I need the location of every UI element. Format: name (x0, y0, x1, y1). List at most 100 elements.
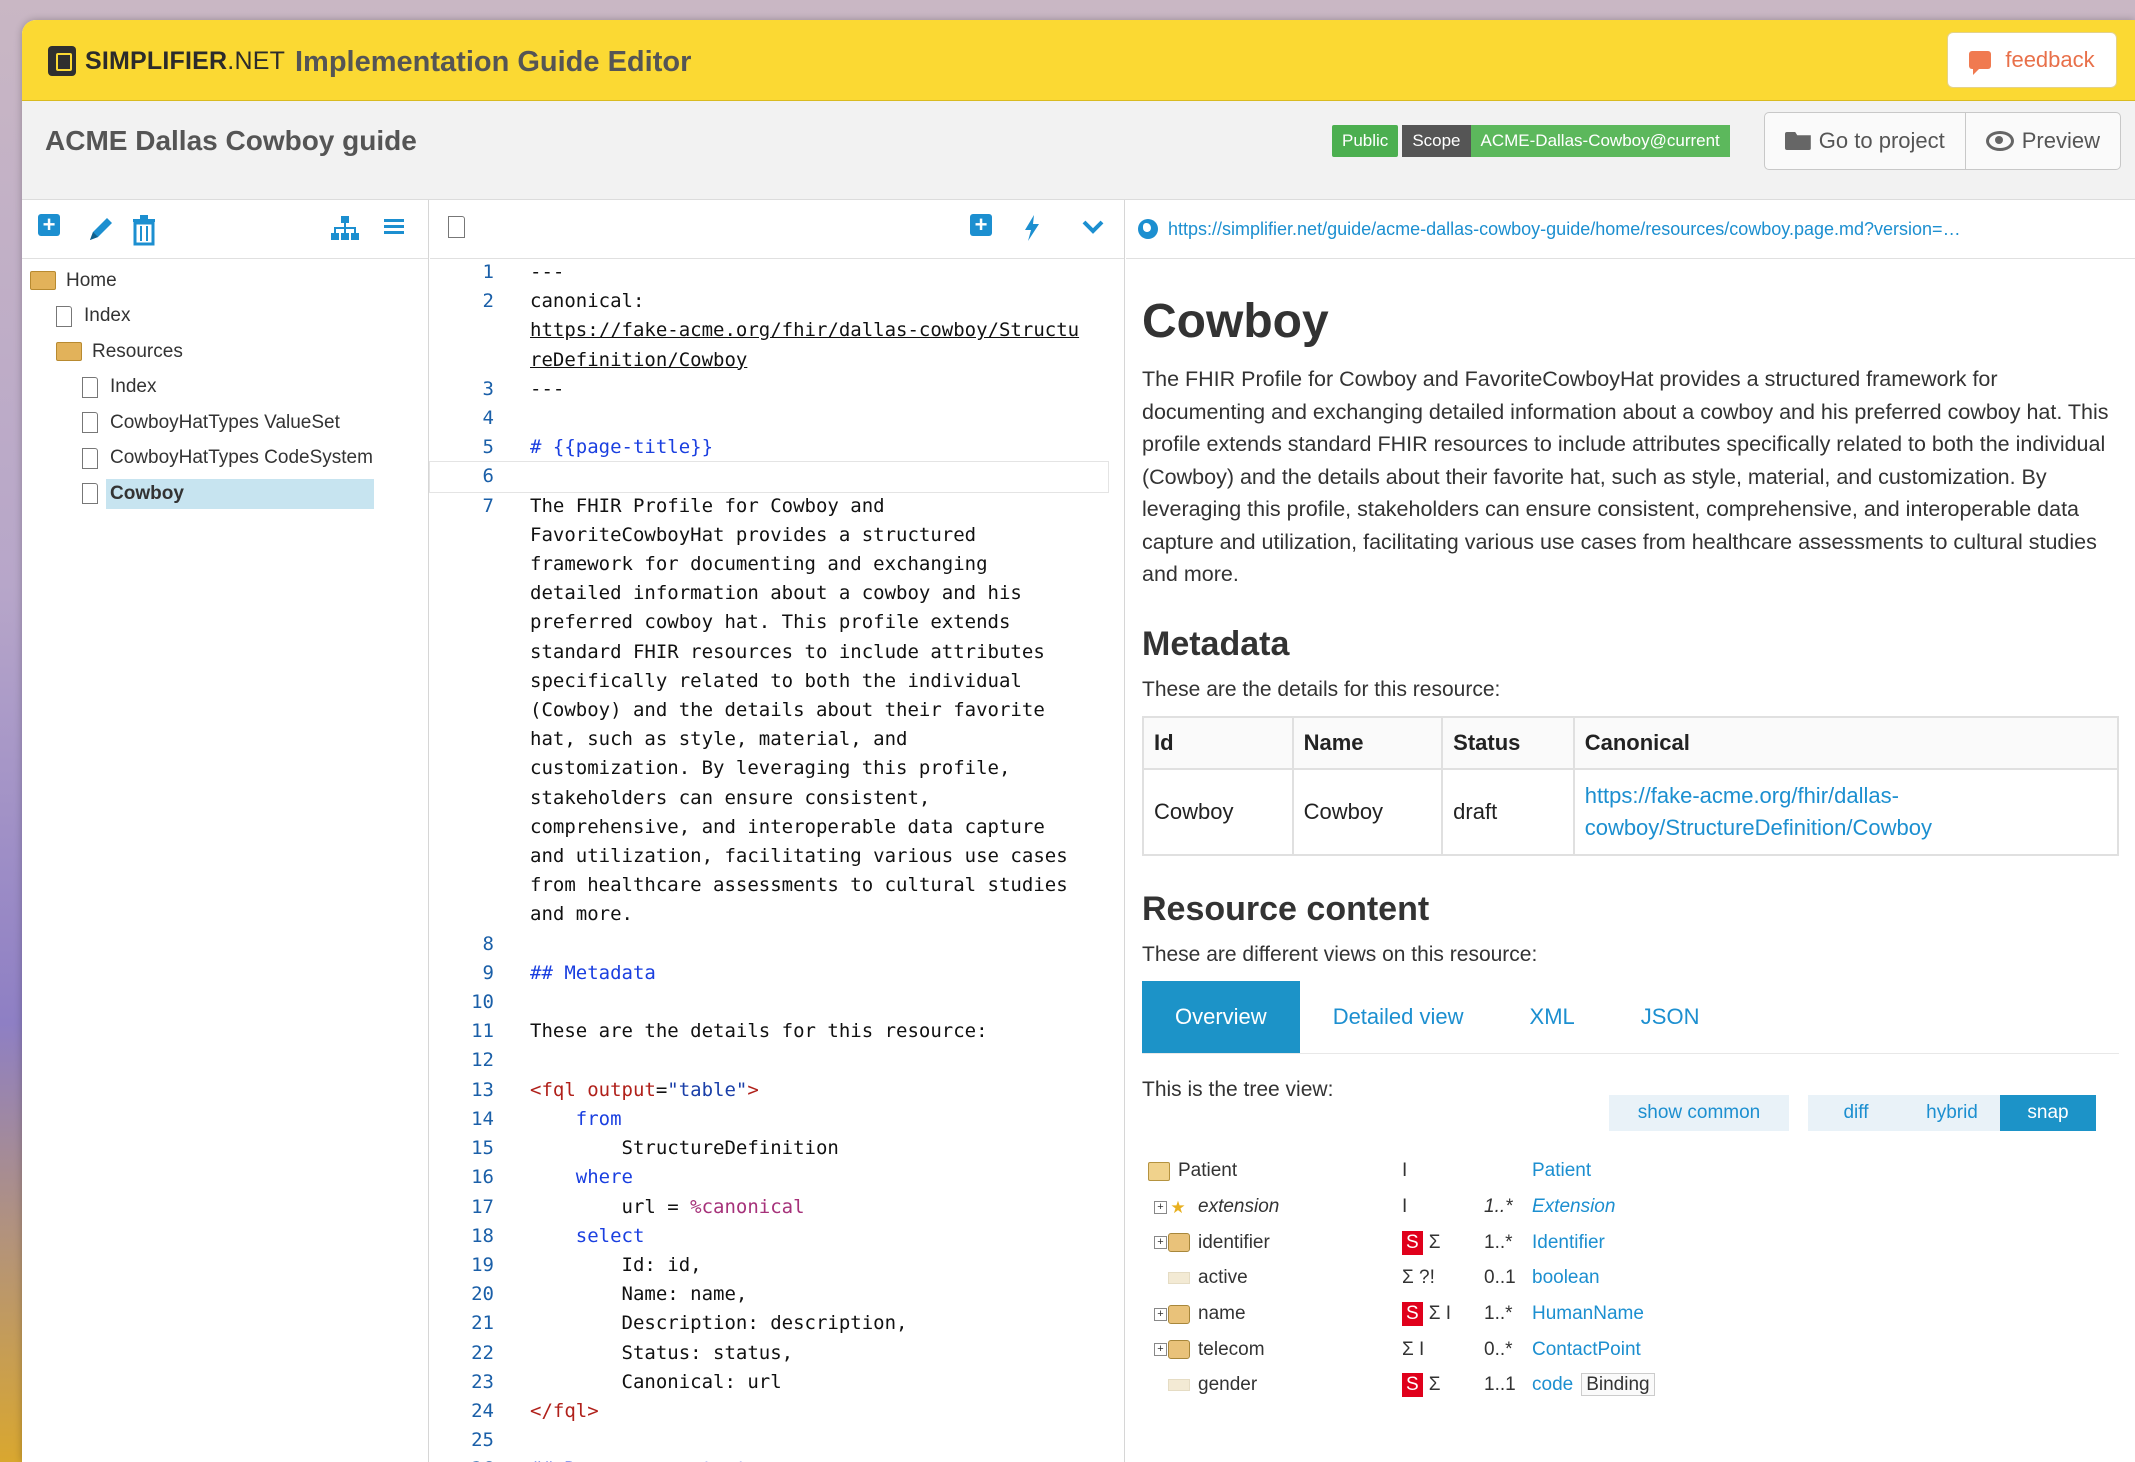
line-number (430, 871, 494, 900)
line-number: 8 (482, 932, 494, 955)
insert-button[interactable]: + (970, 214, 992, 236)
code-editor[interactable]: 1 --- 2 canonical: https://fake-acme.org/fhi… (429, 258, 1109, 1462)
line-content: </fql> (530, 1399, 599, 1422)
cell-name: Cowboy (1291, 767, 1444, 856)
column-header-canonical: Canonical (1572, 715, 2120, 770)
tab-detailed-view[interactable]: Detailed view (1300, 981, 1497, 1053)
element-name: telecom (1198, 1338, 1265, 1360)
element-type-link[interactable]: code Binding (1532, 1373, 1655, 1397)
sidebar-item-label: CowboyHatTypes CodeSystem (110, 447, 373, 469)
element-type-link[interactable]: Identifier (1532, 1232, 1605, 1254)
canonical-link-line-2: cowboy/StructureDefinition/Cowboy (1584, 814, 1932, 840)
line-content: Description: description, (530, 1312, 908, 1335)
tree-view-section: This is the tree view: show common diff … (1142, 1078, 2119, 1404)
diff-button[interactable]: diff (1808, 1094, 1904, 1131)
simplifier-logo[interactable]: SIMPLIFIER.NET (48, 46, 285, 76)
expand-icon[interactable]: + (1154, 1200, 1167, 1214)
complex-type-icon (1168, 1340, 1190, 1360)
collapse-button[interactable] (1080, 214, 1106, 246)
element-type-link[interactable]: Extension (1532, 1196, 1615, 1218)
element-name: Patient (1178, 1160, 1238, 1182)
element-row[interactable]: Patient I Patient (1142, 1154, 2119, 1190)
project-actions: Go to project Preview (1763, 112, 2121, 170)
line-content: hat, such as style, material, and (530, 728, 908, 751)
line-content: --- (530, 377, 565, 400)
edit-page-button[interactable] (86, 214, 116, 250)
page-toggle-button[interactable] (448, 216, 477, 238)
code-line: and utilization, facilitating various us… (430, 842, 1108, 871)
logo-bold-text: SIMPLIFIER (85, 46, 228, 75)
expand-icon[interactable]: + (1154, 1343, 1167, 1357)
flag-symbols: Σ I (1402, 1338, 1425, 1360)
code-line: 18 select (430, 1222, 1108, 1251)
element-row[interactable]: + telecom Σ I 0..* ContactPoint (1142, 1332, 2119, 1368)
code-line: 15 StructureDefinition (430, 1134, 1108, 1163)
element-flags: I (1402, 1160, 1407, 1182)
element-type-link[interactable]: ContactPoint (1532, 1339, 1641, 1361)
element-row[interactable]: gender S Σ 1..1 code Binding (1142, 1368, 2119, 1404)
code-line: 26 ## Resource content (430, 1455, 1108, 1462)
line-content: The FHIR Profile for Cowboy and (530, 494, 885, 517)
quick-action-button[interactable] (1022, 214, 1042, 248)
code-line: (Cowboy) and the details about their fav… (430, 696, 1108, 725)
element-type-link[interactable]: HumanName (1532, 1303, 1644, 1325)
preview-url-link[interactable]: https://simplifier.net/guide/acme-dallas… (1168, 219, 1961, 240)
chevron-down-icon (1082, 220, 1104, 234)
sitemap-button[interactable] (330, 214, 360, 248)
preview-button[interactable]: Preview (1964, 113, 2120, 169)
menu-button[interactable] (382, 214, 406, 244)
show-common-button[interactable]: show common (1609, 1094, 1789, 1131)
line-number (430, 316, 494, 345)
element-row[interactable]: + identifier S Σ 1..* Identifier (1142, 1225, 2119, 1261)
metadata-subtitle: These are the details for this resource: (1142, 677, 1501, 701)
line-content: <fql output="table"> (530, 1076, 759, 1105)
sidebar-item[interactable]: Resources (22, 334, 428, 370)
delete-page-button[interactable] (130, 214, 158, 252)
line-number: 19 (471, 1253, 494, 1276)
binding-badge[interactable]: Binding (1581, 1373, 1655, 1397)
element-type-label: Patient (1532, 1160, 1592, 1182)
element-tree: Patient I Patient + ★ extension I 1..* Extension… (1142, 1154, 2119, 1404)
sidebar-item[interactable]: Home (22, 263, 428, 299)
element-type-link[interactable]: Patient (1532, 1160, 1591, 1182)
code-line: 21 Description: description, (430, 1309, 1108, 1338)
globe-icon (1138, 219, 1158, 239)
intro-paragraph: The FHIR Profile for Cowboy and Favorite… (1142, 367, 2109, 586)
primitive-type-icon (1168, 1379, 1190, 1392)
feedback-button[interactable]: feedback (1947, 32, 2117, 88)
line-content: # {{page-title}} (530, 436, 714, 459)
plus-square-icon: + (38, 214, 60, 236)
sidebar-item-label: CowboyHatTypes ValueSet (110, 411, 340, 433)
expand-icon[interactable]: + (1154, 1236, 1167, 1250)
sidebar-item[interactable]: Index (22, 370, 428, 406)
sidebar-item[interactable]: Index (22, 299, 428, 335)
element-row[interactable]: + name S Σ I 1..* HumanName (1142, 1296, 2119, 1332)
hybrid-button[interactable]: hybrid (1904, 1094, 2000, 1131)
snap-button[interactable]: snap (2000, 1094, 2096, 1131)
element-type-link[interactable]: boolean (1532, 1267, 1600, 1289)
element-row[interactable]: + ★ extension I 1..* Extension (1142, 1189, 2119, 1225)
sidebar-item[interactable]: CowboyHatTypes ValueSet (22, 405, 428, 441)
go-to-project-button[interactable]: Go to project (1765, 113, 1965, 169)
line-number: 4 (482, 407, 494, 430)
tab-overview[interactable]: Overview (1142, 980, 1300, 1053)
sidebar-item[interactable]: Cowboy (22, 476, 428, 512)
sidebar-item[interactable]: CowboyHatTypes CodeSystem (22, 441, 428, 477)
canonical-link[interactable]: https://fake-acme.org/fhir/dallas-cowboy… (1585, 783, 1932, 840)
tab-xml[interactable]: XML (1497, 981, 1608, 1053)
code-line: 10 (430, 988, 1108, 1017)
code-line: 11 These are the details for this resourc… (430, 1017, 1108, 1046)
code-token: <fql (530, 1078, 588, 1101)
expand-icon[interactable]: + (1154, 1307, 1167, 1321)
tab-json[interactable]: JSON (1608, 981, 1733, 1053)
code-token: "table" (667, 1078, 748, 1101)
line-content: FavoriteCowboyHat provides a structured (530, 523, 977, 546)
line-number (430, 725, 494, 754)
go-to-project-label: Go to project (1818, 128, 1945, 153)
line-number: 6 (482, 465, 494, 488)
line-number: 1 (482, 261, 494, 283)
element-name: active (1198, 1267, 1248, 1289)
code-line: 1 --- (430, 258, 1108, 287)
element-row[interactable]: active Σ ?! 0..1 boolean (1142, 1261, 2119, 1297)
add-page-button[interactable]: + (38, 214, 60, 236)
